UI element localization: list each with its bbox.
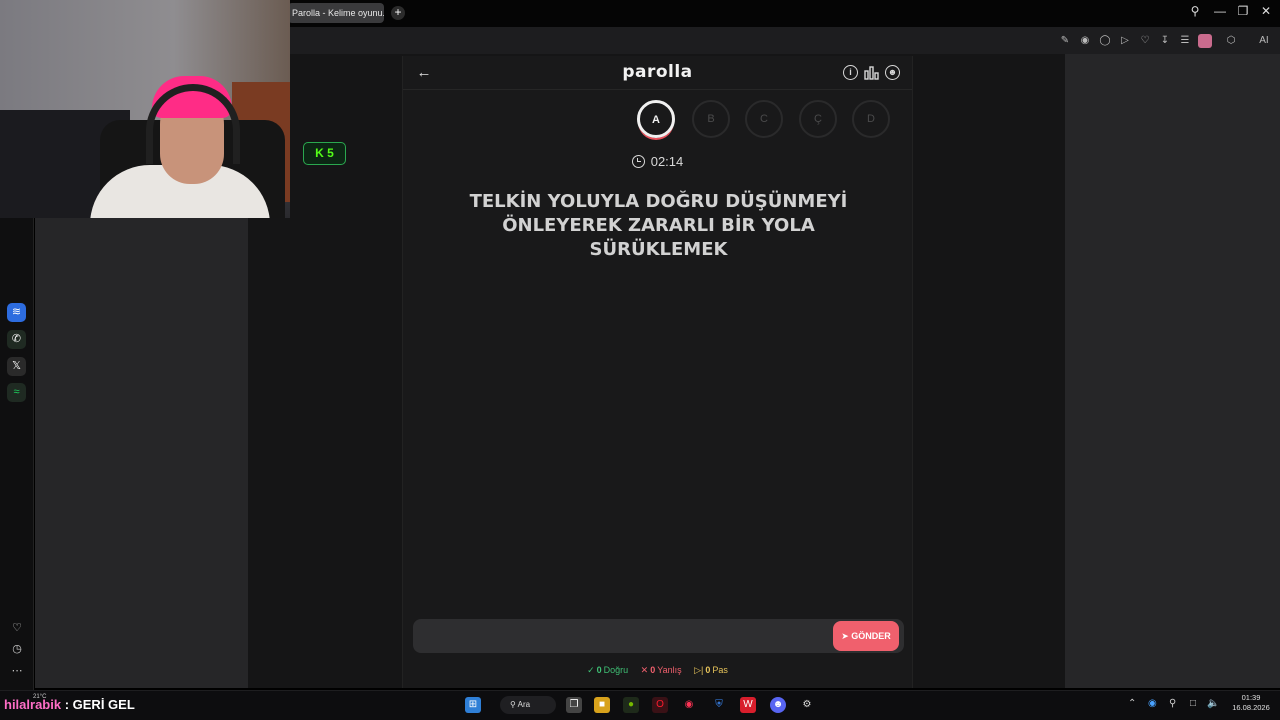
letter-c: C <box>745 100 783 138</box>
info-icon[interactable]: i <box>843 65 858 80</box>
search-label: Ara <box>517 700 531 709</box>
minimize-icon[interactable]: — <box>1211 4 1229 18</box>
kick-icon: K <box>315 146 324 160</box>
letter-c-cedilla: Ç <box>799 100 837 138</box>
answer-form: ➤ GÖNDER <box>413 619 904 653</box>
clock-date: 16.08.2026 <box>1232 703 1270 712</box>
skip-icon: ▷| <box>694 665 704 675</box>
search-icon[interactable]: ⚲ <box>1186 4 1204 18</box>
file-explorer-icon[interactable]: ■ <box>594 697 610 713</box>
taskbar-search[interactable]: ⚲ Ara <box>500 696 556 714</box>
messenger-icon[interactable]: ≋ <box>7 303 26 322</box>
close-icon[interactable]: ✕ <box>1257 4 1275 18</box>
tab-title: Parolla - Kelime oyunu. G <box>292 8 384 18</box>
question-text: TELKİN YOLUYLA DOĞRU DÜŞÜNMEYİ ÖNLEYEREK… <box>469 191 848 260</box>
letter-b: B <box>692 100 730 138</box>
letter-a: A <box>637 100 675 138</box>
edit-icon[interactable]: ✎ <box>1058 34 1072 48</box>
countdown-timer: 02:14 <box>403 154 912 169</box>
score-stats: ✓ 0 Doğru ✕ 0 Yanlış ▷| 0 Pas <box>403 665 912 676</box>
wps-icon[interactable]: W <box>740 697 756 713</box>
restore-icon[interactable]: ❐ <box>1234 4 1252 18</box>
search-icon: ⚲ <box>510 700 516 709</box>
volume-icon[interactable]: 🔈 <box>1207 698 1219 709</box>
more-icon[interactable]: ⋯ <box>9 663 25 679</box>
extension-icon[interactable]: ⬡ <box>1224 34 1238 48</box>
send-label: GÖNDER <box>851 631 891 641</box>
app-title: parolla <box>622 62 693 82</box>
check-icon: ✓ <box>587 665 595 675</box>
taskbar <box>0 690 1280 720</box>
shield-app-icon[interactable]: ⛨ <box>711 697 727 713</box>
wrong-stat: ✕ 0 Yanlış <box>640 665 682 675</box>
browser-tab[interactable]: Parolla - Kelime oyunu. G <box>288 3 384 23</box>
tray-app-icon[interactable]: ◉ <box>1148 698 1157 709</box>
letter-d: D <box>852 100 890 138</box>
send-button[interactable]: ➤ GÖNDER <box>833 621 899 651</box>
chat-overlay: hilalrabik : GERİ GEL <box>4 697 135 712</box>
play-icon[interactable]: ▷ <box>1118 34 1132 48</box>
heart-icon[interactable]: ♡ <box>9 620 25 636</box>
app-header: ← parolla i ☻ <box>403 56 912 90</box>
timer-value: 02:14 <box>650 154 684 169</box>
task-view-icon[interactable]: ❐ <box>566 697 582 713</box>
clock-icon <box>631 155 645 168</box>
app-icon[interactable]: ◉ <box>681 697 697 713</box>
network-icon[interactable]: □ <box>1190 698 1196 709</box>
profile-icon[interactable]: ☻ <box>885 65 900 80</box>
pass-stat: ▷| 0 Pas <box>694 665 728 675</box>
stats-chart-icon[interactable] <box>864 65 879 80</box>
answer-input[interactable] <box>421 621 821 651</box>
download-icon[interactable]: ↧ <box>1158 34 1172 48</box>
spotify-icon[interactable]: ≈ <box>7 383 26 402</box>
microphone-icon[interactable]: ⚲ <box>1169 698 1176 709</box>
chat-username: hilalrabik <box>4 697 62 712</box>
opera-gx-icon[interactable]: O <box>652 697 668 713</box>
menu-icon[interactable]: ☰ <box>1178 34 1192 48</box>
history-icon[interactable]: ◷ <box>9 641 25 657</box>
windows-start-icon[interactable]: ⊞ <box>465 697 481 713</box>
profile-icon[interactable] <box>1198 34 1212 48</box>
clock-time: 01:39 <box>1241 693 1261 702</box>
discord-icon[interactable]: ☻ <box>770 697 786 713</box>
camera-icon[interactable]: ◉ <box>1078 34 1092 48</box>
x-icon[interactable]: 𝕏 <box>7 357 26 376</box>
kick-viewer-badge: K 5 <box>303 142 346 165</box>
parolla-app: ← parolla i ☻ A B C Ç D 02:14 TELKİN YOL… <box>402 56 913 688</box>
nvidia-icon[interactable]: ● <box>623 697 639 713</box>
system-clock[interactable]: 01:39 16.08.2026 <box>1226 693 1276 713</box>
kick-count: 5 <box>327 146 334 160</box>
webcam-overlay <box>0 0 290 218</box>
x-mark-icon: ✕ <box>640 665 649 675</box>
settings-icon[interactable]: ⚙ <box>799 697 815 713</box>
whatsapp-icon[interactable]: ✆ <box>7 330 26 349</box>
chat-message: : GERİ GEL <box>64 697 135 712</box>
tray-expand-icon[interactable]: ⌃ <box>1128 698 1136 709</box>
send-icon: ➤ <box>841 631 849 641</box>
ai-icon[interactable]: AI <box>1254 34 1274 48</box>
right-panel <box>1065 54 1280 688</box>
shield-icon[interactable]: ◯ <box>1098 34 1112 48</box>
correct-stat: ✓ 0 Doğru <box>587 665 629 675</box>
heart-icon[interactable]: ♡ <box>1138 34 1152 48</box>
new-tab-button[interactable]: + <box>391 6 405 20</box>
